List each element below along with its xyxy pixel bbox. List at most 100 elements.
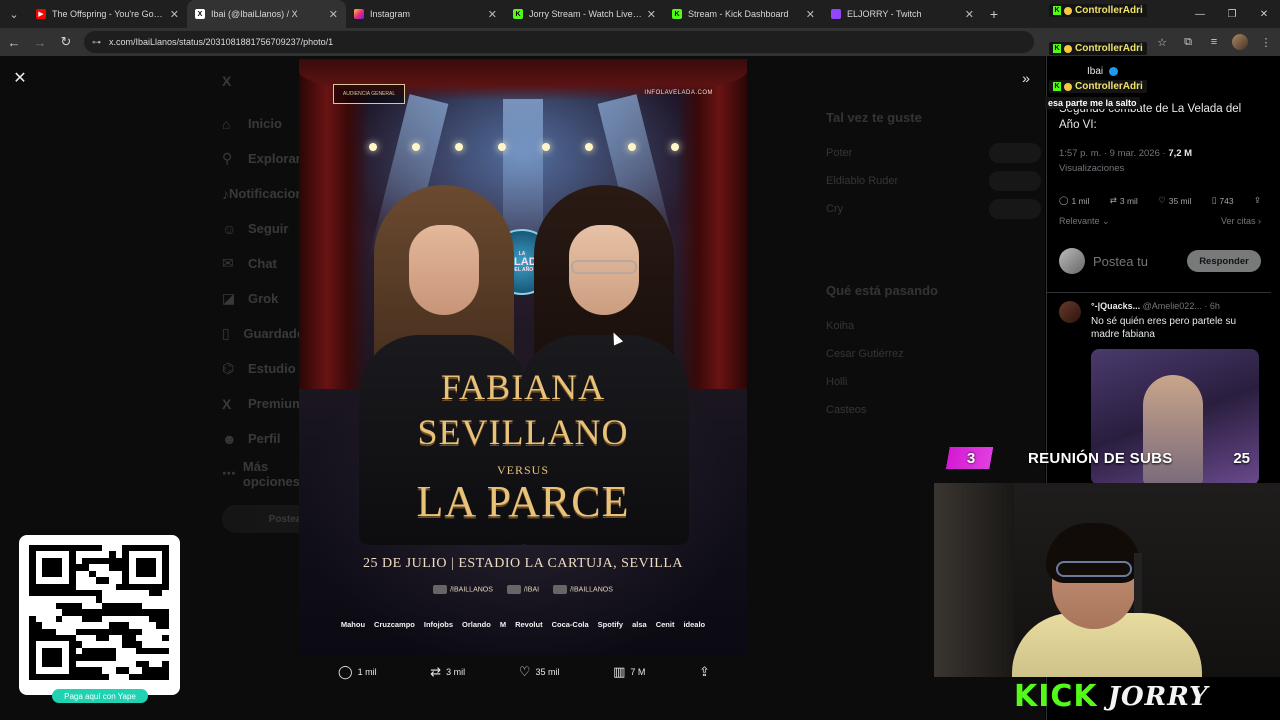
extensions-puzzle-icon[interactable]: ⧉ (1180, 36, 1196, 49)
qr-module (88, 673, 96, 680)
social-handle: /IBAILLANOS (570, 586, 613, 594)
x-icon: X (222, 73, 232, 89)
sort-label: Relevante (1059, 216, 1100, 226)
tweet-time[interactable]: 1:57 p. m. · 9 mar. 2026 · (1059, 148, 1166, 159)
sponsor-logo: Coca-Cola (551, 620, 589, 629)
repost-button[interactable]: ⇄ 3 mil (1110, 195, 1138, 206)
reply-name[interactable]: °-|Quacks... (1091, 301, 1140, 311)
address-bar[interactable]: ⊶ x.com/IbaiLlanos/status/20310818817567… (84, 31, 1034, 53)
kick-icon: K (1053, 82, 1061, 91)
sidebar-item-label: Explorar (248, 151, 301, 166)
close-icon[interactable]: ✕ (488, 8, 497, 21)
yape-qr-card (19, 535, 180, 695)
repost-icon: ⇄ (430, 664, 442, 679)
trend-item[interactable]: Holli (826, 368, 1041, 396)
reply-input[interactable]: Postea tu (1093, 254, 1148, 269)
qr-module (29, 673, 36, 680)
reply-submit-button[interactable]: Responder (1187, 250, 1261, 272)
window-controls: — ❐ ✕ (1184, 0, 1280, 28)
chat-username: ControllerAdri (1075, 43, 1143, 54)
tab-kick-dashboard[interactable]: K Stream - Kick Dashboard ✕ (664, 0, 823, 28)
sponsor-logo: alsa (632, 620, 647, 629)
close-icon[interactable]: ✕ (647, 8, 656, 21)
tweet-views-label: Visualizaciones (1059, 163, 1125, 174)
follow-button[interactable] (989, 199, 1041, 219)
repost-icon: ⇄ (1109, 195, 1117, 205)
bookmark-button[interactable]: ▯ 743 (1212, 195, 1234, 206)
tab-instagram[interactable]: Instagram ✕ (346, 0, 505, 28)
suggestion-row[interactable]: Poter (826, 139, 1041, 167)
chevron-down-icon: ⌄ (1102, 216, 1110, 226)
media-control-icon[interactable]: ≡ (1206, 36, 1222, 48)
share-button[interactable]: ⇪ (1254, 195, 1261, 206)
qr-module (55, 673, 63, 680)
reply-handle[interactable]: @Amelie022... (1143, 301, 1202, 311)
expand-panel-button[interactable]: » (1016, 68, 1036, 88)
person-plus-icon: ☺ (222, 220, 237, 237)
new-tab-button[interactable]: + (982, 6, 1006, 22)
trend-item[interactable]: Cesar Gutiérrez (826, 340, 1041, 368)
close-icon[interactable]: ✕ (965, 8, 974, 21)
close-viewer-button[interactable]: ✕ (10, 68, 30, 88)
trend-item[interactable]: Koiha (826, 312, 1041, 340)
close-icon[interactable]: ✕ (806, 8, 815, 21)
tab-x[interactable]: X Ibai (@IbaiLlanos) / X ✕ (187, 0, 346, 28)
chevron-right-icon: › (1258, 216, 1261, 226)
like-button[interactable]: ♡ 35 mil (519, 664, 560, 680)
close-icon[interactable]: ✕ (329, 8, 338, 21)
reply-count: 1 mil (1071, 195, 1090, 206)
like-button[interactable]: ♡ 35 mil (1158, 195, 1191, 206)
sponsor-logo: Cruzcampo (374, 620, 415, 629)
tweet-author[interactable]: Ibai (1063, 66, 1119, 77)
reply-button[interactable]: ◯ 1 mil (338, 664, 377, 680)
fighter-1-first-name: FABIANA (440, 367, 606, 407)
poster-socials: /IBAILLANOS /IBAI /IBAILLANOS (299, 585, 747, 594)
tweet-meta: 1:57 p. m. · 9 mar. 2026 · 7,2 M Visuali… (1059, 146, 1264, 176)
profile-avatar[interactable] (1232, 34, 1248, 50)
media-action-bar: ◯ 1 mil ⇄ 3 mil ♡ 35 mil ▥ 7 M ⇪ (338, 662, 710, 682)
tab-youtube[interactable]: ▶ The Offspring - You're Gonna G ✕ (28, 0, 187, 28)
tab-title: Instagram (370, 9, 411, 19)
close-icon[interactable]: ✕ (170, 8, 179, 21)
social-handle: /IBAI (523, 586, 540, 594)
qr-module (62, 673, 69, 680)
share-button[interactable]: ⇪ (699, 664, 710, 680)
tab-title: ELJORRY - Twitch (847, 9, 922, 19)
repost-button[interactable]: ⇄ 3 mil (430, 664, 465, 680)
view-quotes-link[interactable]: Ver citas › (1221, 216, 1261, 227)
trend-item[interactable]: Casteos (826, 396, 1041, 424)
reply-button[interactable]: ◯ 1 mil (1059, 195, 1089, 206)
follow-button[interactable] (989, 171, 1041, 191)
bell-icon: ♪ (222, 185, 229, 202)
reload-icon[interactable]: ↻ (54, 30, 78, 54)
chat-username: ControllerAdri (1075, 81, 1143, 92)
sort-dropdown[interactable]: Relevante ⌄ (1059, 216, 1110, 227)
tab-search-chevron-icon[interactable]: ⌄ (0, 0, 28, 28)
suggestion-row[interactable]: Cry (826, 195, 1041, 223)
tab-twitch[interactable]: ELJORRY - Twitch ✕ (823, 0, 982, 28)
avatar[interactable] (1059, 301, 1081, 323)
close-window-icon[interactable]: ✕ (1248, 0, 1280, 28)
views-button[interactable]: ▥ 7 M (613, 664, 645, 680)
tweet-actions: ◯ 1 mil ⇄ 3 mil ♡ 35 mil ▯ 743 ⇪ (1059, 195, 1261, 206)
tab-title: Jorry Stream - Watch Live on Ki (529, 9, 643, 19)
tab-kick-stream[interactable]: K Jorry Stream - Watch Live on Ki ✕ (505, 0, 664, 28)
sidebar-item-label: Chat (248, 256, 277, 271)
poster-date-venue: 25 DE JULIO | ESTADIO LA CARTUJA, SEVILL… (363, 556, 683, 571)
reply-count: 1 mil (357, 667, 377, 677)
site-info-icon[interactable]: ⊶ (92, 37, 101, 48)
sponsor-logo: Cenit (655, 620, 675, 629)
grok-icon: ◪ (222, 290, 236, 306)
light-dot (455, 143, 464, 151)
bookmark-star-icon[interactable]: ☆ (1154, 36, 1170, 49)
back-arrow-icon[interactable]: ← (2, 30, 26, 54)
restore-icon[interactable]: ❐ (1216, 0, 1248, 28)
follow-button[interactable] (989, 143, 1041, 163)
instagram-icon (354, 9, 364, 19)
divider (1047, 292, 1271, 293)
light-dot (670, 143, 679, 151)
minimize-icon[interactable]: — (1184, 0, 1216, 28)
suggestion-row[interactable]: Eldiablo Ruder (826, 167, 1041, 195)
menu-kebab-icon[interactable]: ⋮ (1258, 36, 1274, 49)
forward-arrow-icon[interactable]: → (28, 30, 52, 54)
